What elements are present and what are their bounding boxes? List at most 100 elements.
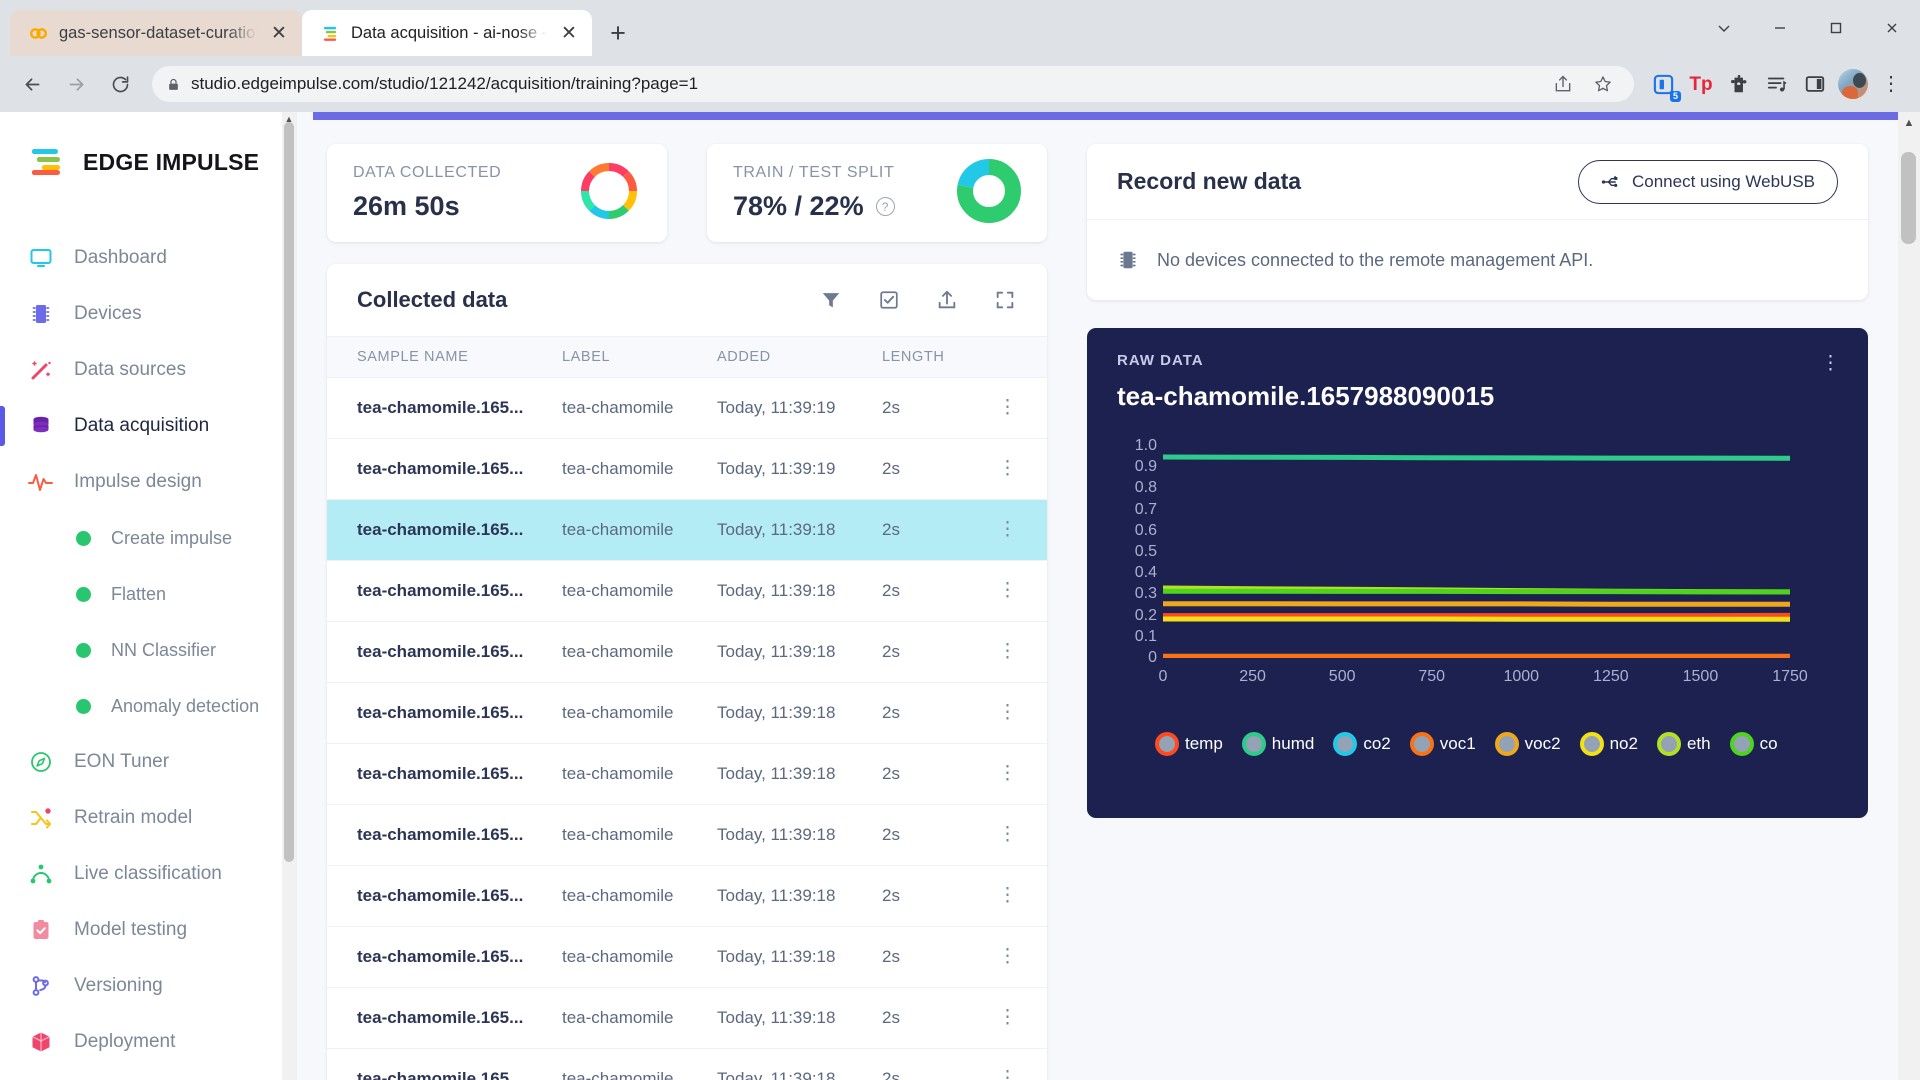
back-button[interactable]	[12, 64, 52, 104]
table-row[interactable]: tea-chamomile.165...tea-chamomileToday, …	[327, 622, 1047, 683]
maximize-button[interactable]	[1808, 8, 1864, 48]
sidebar-scroll-thumb[interactable]	[284, 122, 294, 862]
sidebar-item-create-impulse[interactable]: Create impulse	[0, 510, 296, 566]
table-row[interactable]: tea-chamomile.165...tea-chamomileToday, …	[327, 988, 1047, 1049]
sidebar-item-impulse-design[interactable]: Impulse design	[0, 454, 296, 510]
table-row[interactable]: tea-chamomile.165...tea-chamomileToday, …	[327, 683, 1047, 744]
row-menu-icon[interactable]: ⋮	[998, 702, 1017, 723]
scroll-up-arrow-icon[interactable]: ▲	[1898, 112, 1920, 134]
connect-using-webusb-button[interactable]: Connect using WebUSB	[1578, 160, 1838, 204]
lock-icon	[166, 77, 181, 92]
select-checkbox-icon[interactable]	[877, 288, 901, 312]
table-row[interactable]: tea-chamomile.165...tea-chamomileToday, …	[327, 744, 1047, 805]
sidebar-item-label: Data acquisition	[74, 415, 209, 437]
minimize-button[interactable]	[1752, 8, 1808, 48]
browser-tab-colab[interactable]: gas-sensor-dataset-curation.ipynb ✕	[10, 10, 302, 56]
legend-item-eth[interactable]: eth	[1657, 732, 1711, 756]
sidebar-item-data-sources[interactable]: Data sources	[0, 342, 296, 398]
legend-item-humd[interactable]: humd	[1242, 732, 1315, 756]
reload-button[interactable]	[100, 64, 140, 104]
y-axis-tick: 1.0	[1135, 437, 1157, 455]
main-content: DATA COLLECTED 26m 50s	[297, 112, 1920, 1080]
legend-color-dot-icon	[1730, 732, 1754, 756]
sidebar-item-live-classification[interactable]: Live classification	[0, 846, 296, 902]
sidebar-item-anomaly-detection[interactable]: Anomaly detection	[0, 678, 296, 734]
star-icon[interactable]	[1586, 67, 1620, 101]
row-menu-icon[interactable]: ⋮	[998, 946, 1017, 967]
legend-item-no2[interactable]: no2	[1580, 732, 1638, 756]
table-row[interactable]: tea-chamomile.165...tea-chamomileToday, …	[327, 866, 1047, 927]
sidebar-item-dashboard[interactable]: Dashboard	[0, 230, 296, 286]
sidebar-item-nn-classifier[interactable]: NN Classifier	[0, 622, 296, 678]
tp-icon[interactable]: Tp	[1684, 67, 1718, 101]
sidebar-item-devices[interactable]: Devices	[0, 286, 296, 342]
table-row[interactable]: tea-chamomile.165...tea-chamomileToday, …	[327, 1049, 1047, 1080]
stat-label: DATA COLLECTED	[353, 164, 501, 182]
row-menu-icon[interactable]: ⋮	[998, 458, 1017, 479]
sidepanel-icon[interactable]	[1798, 67, 1832, 101]
onetab-icon[interactable]: 5	[1646, 67, 1680, 101]
help-icon[interactable]: ?	[876, 197, 895, 216]
chevron-down-icon[interactable]	[1696, 8, 1752, 48]
sidebar-item-versioning[interactable]: Versioning	[0, 958, 296, 1014]
cell-length: 2s	[882, 398, 987, 418]
sidebar-scrollbar[interactable]: ▲ ▼	[282, 112, 296, 1080]
row-menu-icon[interactable]: ⋮	[998, 397, 1017, 418]
stat-value: 26m 50s	[353, 191, 501, 222]
legend-item-voc2[interactable]: voc2	[1495, 732, 1561, 756]
row-menu-icon[interactable]: ⋮	[998, 1007, 1017, 1028]
close-icon[interactable]: ✕	[268, 22, 290, 44]
new-tab-button[interactable]: +	[600, 15, 636, 51]
upload-icon[interactable]	[935, 288, 959, 312]
browser-tab-title: Data acquisition - ai-nose - Edge Impuls…	[351, 24, 547, 43]
row-menu-icon[interactable]: ⋮	[998, 1068, 1017, 1080]
close-icon[interactable]: ✕	[558, 22, 580, 44]
row-menu-icon[interactable]: ⋮	[998, 885, 1017, 906]
chart-series-humd	[1163, 457, 1790, 458]
collected-data-title: Collected data	[357, 287, 507, 313]
table-row[interactable]: tea-chamomile.165...tea-chamomileToday, …	[327, 927, 1047, 988]
table-row[interactable]: tea-chamomile.165...tea-chamomileToday, …	[327, 439, 1047, 500]
raw-data-menu-icon[interactable]: ⋮	[1821, 354, 1840, 373]
filter-icon[interactable]	[819, 288, 843, 312]
sidebar-item-retrain-model[interactable]: Retrain model	[0, 790, 296, 846]
avatar[interactable]	[1836, 67, 1870, 101]
legend-item-co2[interactable]: co2	[1333, 732, 1390, 756]
sidebar: EDGE IMPULSE Dashboard Devi	[0, 112, 297, 1080]
table-row[interactable]: tea-chamomile.165...tea-chamomileToday, …	[327, 378, 1047, 439]
kebab-menu-icon[interactable]: ⋮	[1874, 67, 1908, 101]
cell-added: Today, 11:39:18	[717, 642, 882, 662]
sidebar-item-eon-tuner[interactable]: EON Tuner	[0, 734, 296, 790]
expand-icon[interactable]	[993, 288, 1017, 312]
browser-tab-edge-impulse[interactable]: Data acquisition - ai-nose - Edge Impuls…	[302, 10, 592, 56]
main-scrollbar[interactable]: ▲ ▼	[1898, 112, 1920, 1080]
cell-sample-name: tea-chamomile.165...	[357, 1008, 562, 1028]
cell-length: 2s	[882, 947, 987, 967]
sidebar-item-model-testing[interactable]: Model testing	[0, 902, 296, 958]
main-scroll-thumb[interactable]	[1901, 152, 1916, 244]
collected-data-table: tea-chamomile.165...tea-chamomileToday, …	[327, 378, 1047, 1080]
legend-item-co[interactable]: co	[1730, 732, 1778, 756]
sidebar-item-deployment[interactable]: Deployment	[0, 1014, 296, 1070]
sidebar-item-flatten[interactable]: Flatten	[0, 566, 296, 622]
table-row[interactable]: tea-chamomile.165...tea-chamomileToday, …	[327, 561, 1047, 622]
row-menu-icon[interactable]: ⋮	[998, 763, 1017, 784]
table-row[interactable]: tea-chamomile.165...tea-chamomileToday, …	[327, 500, 1047, 561]
table-row[interactable]: tea-chamomile.165...tea-chamomileToday, …	[327, 805, 1047, 866]
row-menu-icon[interactable]: ⋮	[998, 641, 1017, 662]
legend-color-dot-icon	[1495, 732, 1519, 756]
readinglist-icon[interactable]	[1760, 67, 1794, 101]
legend-item-temp[interactable]: temp	[1155, 732, 1223, 756]
close-window-button[interactable]	[1864, 8, 1920, 48]
forward-button[interactable]	[56, 64, 96, 104]
address-bar[interactable]: studio.edgeimpulse.com/studio/121242/acq…	[152, 66, 1634, 102]
sidebar-item-data-acquisition[interactable]: Data acquisition	[0, 398, 296, 454]
row-menu-icon[interactable]: ⋮	[998, 519, 1017, 540]
legend-item-voc1[interactable]: voc1	[1410, 732, 1476, 756]
puzzle-icon[interactable]	[1722, 67, 1756, 101]
share-icon[interactable]	[1546, 67, 1580, 101]
magic-wand-icon	[28, 357, 54, 383]
row-menu-icon[interactable]: ⋮	[998, 580, 1017, 601]
row-menu-icon[interactable]: ⋮	[998, 824, 1017, 845]
app-logo[interactable]: EDGE IMPULSE	[0, 134, 296, 178]
